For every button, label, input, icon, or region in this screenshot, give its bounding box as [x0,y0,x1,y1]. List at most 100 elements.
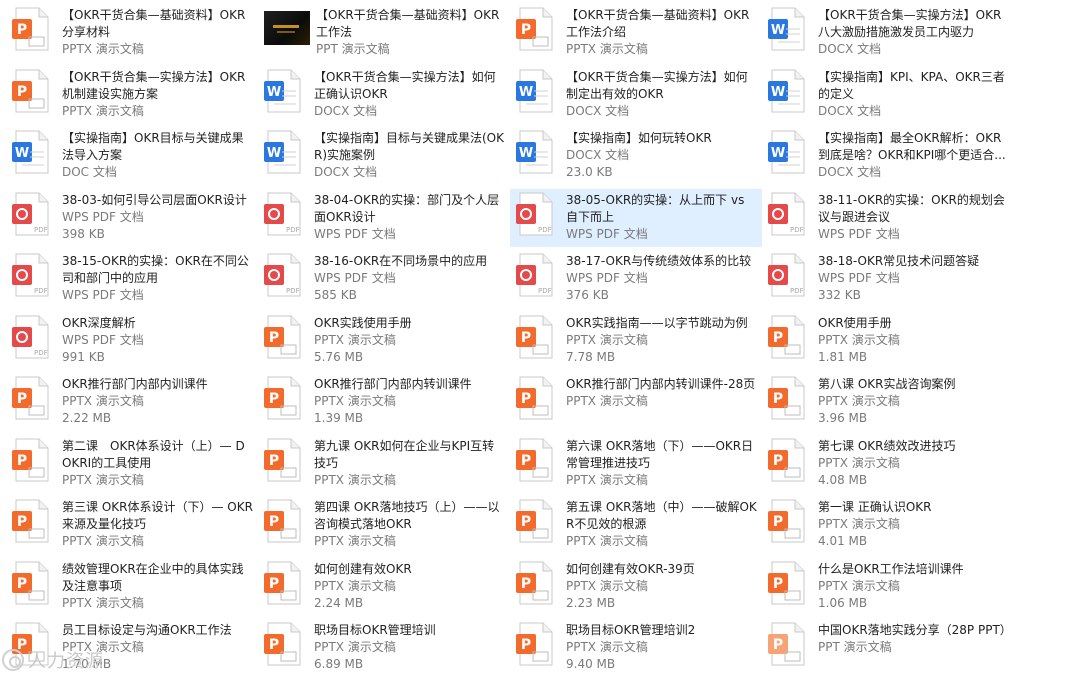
file-item[interactable]: P 绩效管理OKR在企业中的具体实践及注意事项 PPTX 演示文稿 [6,558,258,616]
file-item[interactable]: P 第三课 OKR体系设计（下）— OKR来源及量化技巧 PPTX 演示文稿 [6,496,258,554]
file-type: PPTX 演示文稿 [566,394,648,408]
file-item[interactable]: P 第九课 OKR如何在企业与KPI互转技巧 PPTX 演示文稿 [258,435,510,493]
svg-text:P: P [269,514,279,530]
file-item[interactable]: P OKR实践指南——以字节跳动为例 PPTX 演示文稿 7.78 MB [510,312,762,370]
file-size: 991 KB [62,349,105,364]
file-item[interactable]: P 第一课 正确认识OKR PPTX 演示文稿 4.01 MB [762,496,1014,554]
file-type: PPTX 演示文稿 [818,578,900,593]
file-type: PPTX 演示文稿 [818,517,900,531]
pptx-icon: P [12,438,52,482]
file-size: 4.08 MB [818,472,868,487]
file-type: DOCX 文档 [314,103,378,118]
file-item[interactable]: PDF 38-04-OKR的实操：部门及个人层面OKR设计 WPS PDF 文档 [258,189,510,247]
file-item[interactable]: PDF 38-17-OKR与传统绩效体系的比较 WPS PDF 文档 376 KB [510,250,762,308]
file-item[interactable]: PDF 38-03-如何引导公司层面OKR设计 WPS PDF 文档 398 KB [6,189,258,247]
docx-icon: W [768,7,808,51]
svg-text:P: P [17,514,27,530]
file-item[interactable]: W 【实操指南】OKR目标与关键成果法导入方案 DOC 文档 [6,127,258,185]
file-item[interactable]: PDF 38-05-OKR的实操：从上而下 vs 自下而上 WPS PDF 文档 [510,188,762,247]
svg-text:P: P [521,453,531,469]
file-item[interactable]: P 什么是OKR工作法培训课件 PPTX 演示文稿 1.06 MB [762,558,1014,616]
file-item[interactable]: PDF 38-11-OKR的实操：OKR的规划会议与跟进会议 WPS PDF 文档 [762,189,1014,247]
file-item[interactable]: W 【OKR干货合集—实操方法】如何正确认识OKR DOCX 文档 [258,66,510,124]
pdf-icon: PDF [12,315,52,359]
svg-text:P: P [521,576,531,592]
file-item[interactable]: W 【实操指南】KPI、KPA、OKR三者的定义 DOCX 文档 [762,66,1014,124]
file-type: PPTX 演示文稿 [566,472,648,487]
file-item[interactable]: PDF 38-16-OKR在不同场景中的应用 WPS PDF 文档 585 KB [258,250,510,308]
file-name: 38-16-OKR在不同场景中的应用 [314,254,488,268]
watermark: 人力资源 [2,645,104,675]
file-type: WPS PDF 文档 [62,332,144,347]
file-item[interactable]: P 如何创建有效OKR PPTX 演示文稿 2.24 MB [258,558,510,616]
file-type: WPS PDF 文档 [818,226,900,241]
pptx-icon: P [516,561,556,605]
file-type: PPTX 演示文稿 [818,394,900,408]
pdf-icon: PDF [516,192,556,236]
file-type: DOCX 文档 [818,165,882,179]
file-name: OKR使用手册 [818,315,892,330]
file-item[interactable]: P OKR推行部门内部内训课件 PPTX 演示文稿 2.22 MB [6,373,258,431]
file-type: PPTX 演示文稿 [314,578,396,593]
svg-text:P: P [521,22,531,38]
file-item[interactable]: PDF OKR深度解析 WPS PDF 文档 991 KB [6,312,258,370]
file-type: PPTX 演示文稿 [62,472,144,487]
file-item[interactable]: P OKR使用手册 PPTX 演示文稿 1.81 MB [762,312,1014,370]
file-type: PPTX 演示文稿 [62,42,144,56]
file-name: 第八课 OKR实战咨询案例 [818,377,956,391]
file-item[interactable]: P 第六课 OKR落地（下）——OKR日常管理推进技巧 PPTX 演示文稿 [510,435,762,493]
file-type: PPTX 演示文稿 [314,394,396,408]
file-name: 如何创建有效OKR-39页 [566,561,695,576]
svg-text:P: P [17,22,27,38]
svg-text:P: P [521,330,531,346]
file-item[interactable]: P 【OKR干货合集—基础资料】OKR工作法介绍 PPTX 演示文稿 [510,4,762,62]
file-item[interactable]: W 【OKR干货合集—实操方法】如何制定出有效的OKR DOCX 文档 [510,66,762,124]
file-type: PPTX 演示文稿 [566,42,648,56]
file-item[interactable]: P 第七课 OKR绩效改进技巧 PPTX 演示文稿 4.08 MB [762,435,1014,493]
file-item[interactable]: P 第八课 OKR实战咨询案例 PPTX 演示文稿 3.96 MB [762,373,1014,431]
file-name: 38-18-OKR常见技术问题答疑 [818,254,980,268]
file-type: DOCX 文档 [818,42,882,56]
file-type: WPS PDF 文档 [818,271,900,285]
file-item[interactable]: P 中国OKR落地实践分享（28P PPT） PPT 演示文稿 [762,619,1014,677]
file-item[interactable]: P 【OKR干货合集—实操方法】OKR机制建设实施方案 PPTX 演示文稿 [6,66,258,124]
file-size: 1.39 MB [314,411,364,425]
file-item[interactable]: P 第二课 OKR体系设计（上）— DOKRI的工具使用 PPTX 演示文稿 [6,435,258,493]
file-name: 职场目标OKR管理培训2 [566,623,696,637]
file-item[interactable]: W 【OKR干货合集—实操方法】OKR八大激励措施激发员工内驱力 DOCX 文档 [762,4,1014,62]
file-item[interactable]: P OKR推行部门内部内转训课件-28页 PPTX 演示文稿 [510,373,762,431]
file-item[interactable]: P OKR推行部门内部内转训课件 PPTX 演示文稿 1.39 MB [258,373,510,431]
file-type: PPTX 演示文稿 [62,394,144,408]
file-item[interactable]: P 第五课 OKR落地（中）——破解OKR不见效的根源 PPTX 演示文稿 [510,496,762,554]
file-name: 38-15-OKR的实操：OKR在不同公司和部门中的应用 [62,254,249,285]
file-item[interactable]: P 如何创建有效OKR-39页 PPTX 演示文稿 2.23 MB [510,558,762,616]
file-name: 第六课 OKR落地（下）——OKR日常管理推进技巧 [566,438,754,470]
ppt-icon: P [768,622,808,666]
pptx-icon: P [768,376,808,420]
file-item[interactable]: W 【实操指南】最全OKR解析：OKR到底是啥？OKR和KPI哪个更适合... DO… [762,127,1014,185]
file-size: 2.24 MB [314,595,364,610]
file-item[interactable]: PDF 38-18-OKR常见技术问题答疑 WPS PDF 文档 332 KB [762,250,1014,308]
file-name: 员工目标设定与沟通OKR工作法 [62,623,232,637]
file-size: 585 KB [314,288,357,302]
file-size: 376 KB [566,288,609,302]
file-name: 绩效管理OKR在企业中的具体实践及注意事项 [62,561,244,593]
file-item[interactable]: P 职场目标OKR管理培训 PPTX 演示文稿 6.89 MB [258,619,510,677]
file-item[interactable]: 【OKR干货合集—基础资料】OKR工作法 PPT 演示文稿 [258,4,510,62]
file-item[interactable]: P OKR实践使用手册 PPTX 演示文稿 5.76 MB [258,312,510,370]
file-item[interactable]: W 【实操指南】如何玩转OKR DOCX 文档 23.0 KB [510,127,762,185]
file-size: 1.06 MB [818,595,868,610]
pdf-icon: PDF [12,192,52,236]
file-type: DOC 文档 [62,165,117,179]
pptx-icon: P [768,561,808,605]
pptx-icon: P [12,376,52,420]
file-item[interactable]: P 第四课 OKR落地技巧（上）——以咨询模式落地OKR PPTX 演示文稿 [258,496,510,554]
file-item[interactable]: P 职场目标OKR管理培训2 PPTX 演示文稿 9.40 MB [510,619,762,677]
docx-icon: W [264,130,304,174]
pptx-icon: P [12,561,52,605]
file-item[interactable]: P 【OKR干货合集—基础资料】OKR分享材料 PPTX 演示文稿 [6,4,258,62]
file-type: PPTX 演示文稿 [314,534,396,548]
file-type: PPT 演示文稿 [316,42,390,56]
file-item[interactable]: PDF 38-15-OKR的实操：OKR在不同公司和部门中的应用 WPS PDF 文… [6,250,258,308]
file-item[interactable]: W 【实操指南】目标与关键成果法(OKR)实施案例 DOCX 文档 [258,127,510,185]
